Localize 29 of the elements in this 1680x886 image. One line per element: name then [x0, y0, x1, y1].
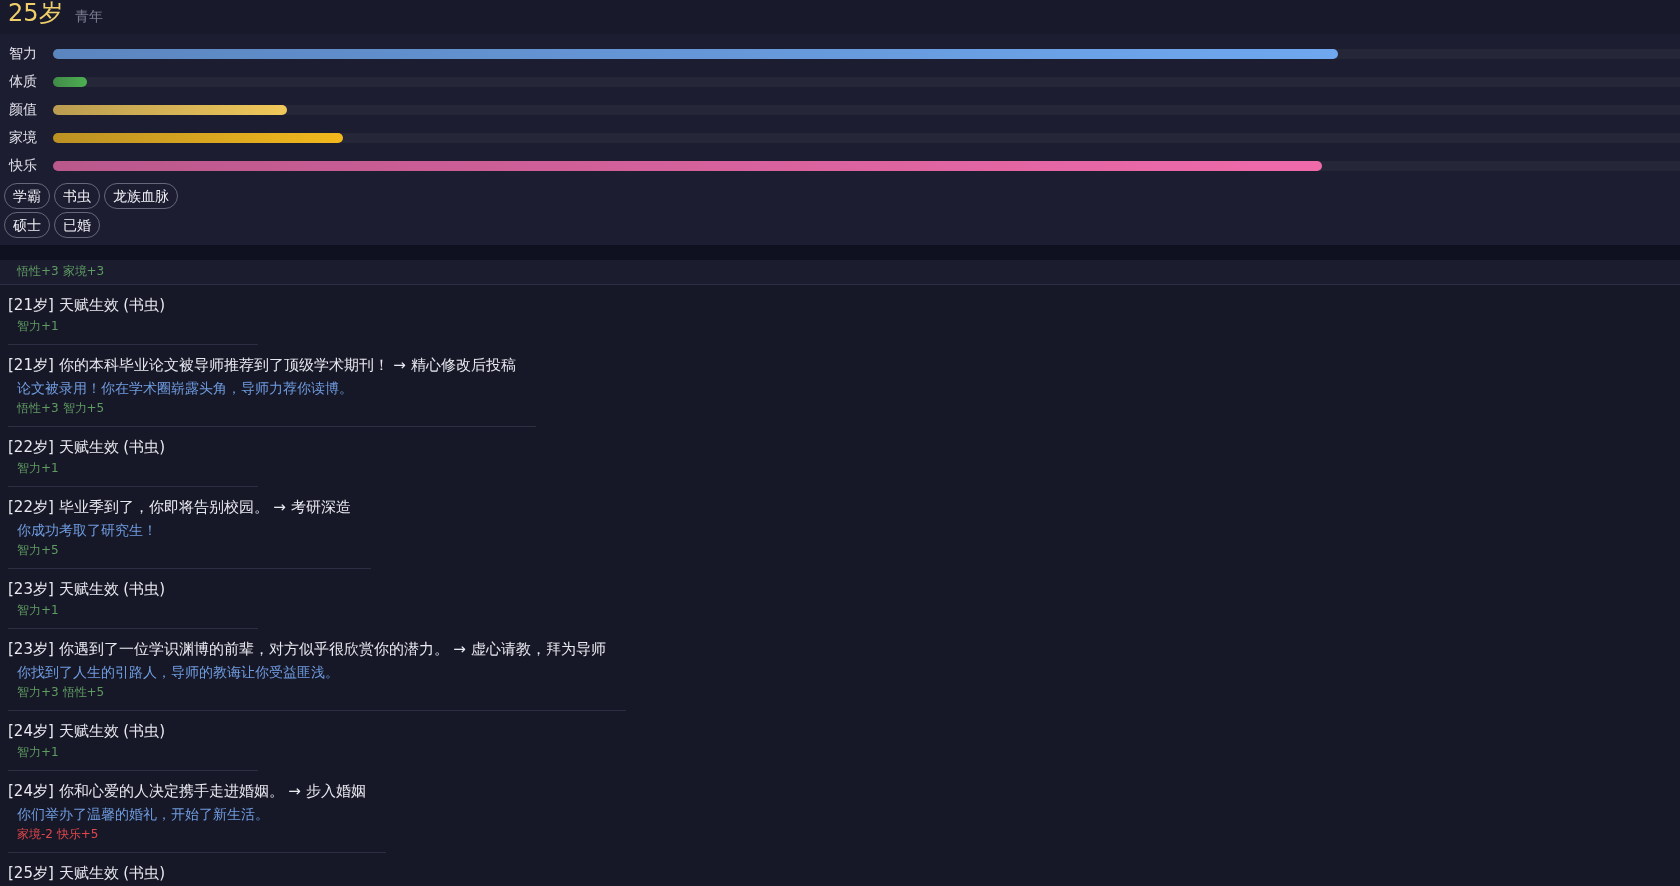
event-title: [24岁] 你和心爱的人决定携手走进婚姻。 → 步入婚姻 — [8, 781, 366, 802]
stat-label: 颜值 — [8, 101, 38, 119]
life-stage-label: 青年 — [74, 8, 103, 26]
stat-change: 智力+1 — [16, 602, 60, 619]
event-title: [22岁] 天赋生效 (书虫) — [8, 437, 167, 458]
stat-change: 家境-2 快乐+5 — [16, 826, 100, 843]
event-title: [24岁] 天赋生效 (书虫) — [8, 721, 167, 742]
event-title: [21岁] 天赋生效 (书虫) — [8, 295, 167, 316]
event-outcome: 你们举办了温馨的婚礼，开始了新生活。 — [16, 805, 270, 824]
stat-change: 智力+5 — [16, 542, 60, 559]
stat-label: 体质 — [8, 73, 38, 91]
event-outcome: 你找到了人生的引路人，导师的教诲让你受益匪浅。 — [16, 663, 340, 682]
stat-change: 智力+3 悟性+5 — [16, 684, 106, 701]
event-title: [25岁] 天赋生效 (书虫) — [8, 863, 167, 884]
event-title: [23岁] 你遇到了一位学识渊博的前辈，对方似乎很欣赏你的潜力。 → 虚心请教，拜为导师 — [8, 639, 606, 660]
age-label: 25岁 — [8, 0, 63, 26]
event-outcome: 论文被录用！你在学术圈崭露头角，导师力荐你读博。 — [16, 379, 354, 398]
stat-label: 快乐 — [7, 157, 38, 175]
event-title: [22岁] 毕业季到了，你即将告别校园。 → 考研深造 — [8, 497, 351, 518]
stat-label: 智力 — [8, 45, 38, 63]
stat-label: 家境 — [8, 129, 38, 147]
event-outcome: 你成功考取了研究生！ — [16, 521, 158, 540]
event-title: [21岁] 你的本科毕业论文被导师推荐到了顶级学术期刊！ → 精心修改后投稿 — [8, 355, 516, 376]
stat-change: 智力+1 — [16, 460, 60, 477]
stat-change: 智力+1 — [16, 318, 60, 335]
stat-change: 悟性+3 家境+3 — [16, 263, 106, 280]
stat-change: 智力+1 — [16, 744, 60, 761]
stat-change: 悟性+3 智力+5 — [16, 400, 106, 417]
event-title: [23岁] 天赋生效 (书虫) — [8, 579, 167, 600]
